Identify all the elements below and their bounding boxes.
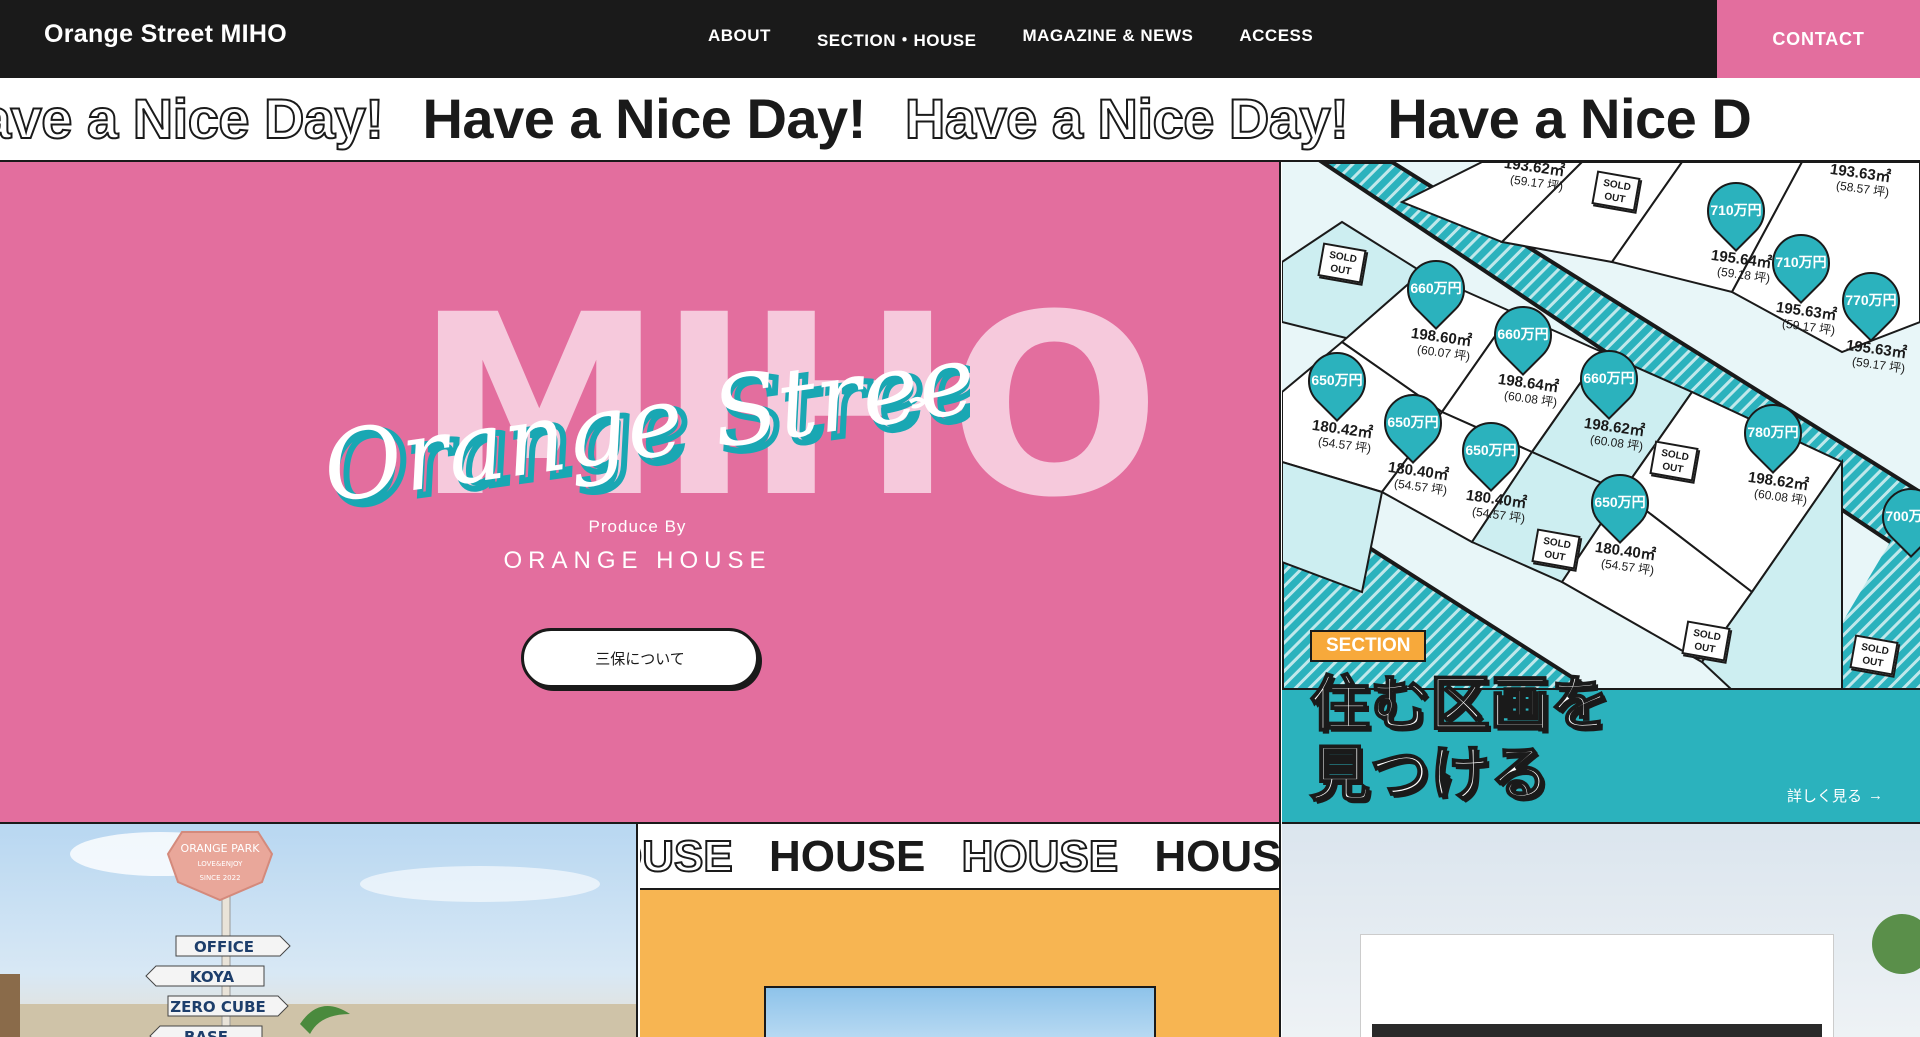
price-pin-label: 710万円 <box>1710 202 1762 218</box>
house-marquee-text: HOUSI <box>1154 832 1281 881</box>
contact-button[interactable]: CONTACT <box>1717 0 1920 78</box>
house-marquee-text: OUSE <box>640 831 734 882</box>
sold-out-sign: SOLD OUT <box>1649 440 1699 482</box>
brand-name: ORANGE HOUSE <box>503 547 772 574</box>
section-card[interactable]: 710万円 195.64㎡ (59.18 坪) 710万円 195.63㎡ (59.17 … <box>1282 162 1920 824</box>
white-house-photo[interactable] <box>1282 824 1920 1037</box>
section-more-label: 詳しく見る <box>1787 788 1863 805</box>
marquee-text: Have a Nice D <box>1387 87 1752 150</box>
sign-koya: KOYA <box>190 968 235 986</box>
marquee-track: ave a Nice Day! Have a Nice Day! Have a … <box>0 86 1775 151</box>
price-pin-label: 700万円 <box>1885 508 1920 524</box>
sold-out-sign: SOLD OUT <box>1591 170 1641 212</box>
hero-panel: MIHO Orange Street Orange Street Produce… <box>0 162 1281 824</box>
section-tag: SECTION <box>1310 630 1427 662</box>
price-pin-label: 660万円 <box>1583 370 1635 386</box>
sign-zero-cube: ZERO CUBE <box>170 998 266 1016</box>
price-pin-label: 780万円 <box>1747 424 1799 440</box>
script-logo-text: Orange Street <box>316 317 970 525</box>
house-marquee-text: HOUSE <box>768 832 926 881</box>
house-card[interactable]: OUSE HOUSE HOUSE HOUSI <box>640 824 1281 1037</box>
price-pin-label: 770万円 <box>1845 292 1897 308</box>
sold-out-sign: SOLD OUT <box>1317 242 1367 284</box>
produce-by-label: Produce By <box>588 517 687 536</box>
site-header: Orange Street MIHO ABOUT SECTION・HOUSE M… <box>0 0 1920 78</box>
nav-access[interactable]: ACCESS <box>1239 26 1313 51</box>
section-title: 住む区画を 見つける <box>1309 670 1611 810</box>
tagline-marquee: ave a Nice Day! Have a Nice Day! Have a … <box>0 78 1920 162</box>
nav-magazine-news[interactable]: MAGAZINE & NEWS <box>1022 26 1193 51</box>
arrow-right-icon: → <box>1868 787 1884 804</box>
price-pin-label: 650万円 <box>1387 414 1439 430</box>
site-logo[interactable]: Orange Street MIHO <box>44 20 287 49</box>
price-pin-label: 650万円 <box>1594 494 1646 510</box>
marquee-text: Have a Nice Day! <box>904 86 1350 151</box>
sold-out-sign: SOLD OUT <box>1849 634 1899 676</box>
orange-street-script-logo: Orange Street Orange Street <box>316 317 970 533</box>
sign-office: OFFICE <box>194 938 254 956</box>
marquee-text: ave a Nice Day! <box>0 86 385 151</box>
about-miho-button[interactable]: 三保について <box>521 628 759 688</box>
section-more-link[interactable]: 詳しく見る → <box>1787 785 1883 806</box>
price-pin-label: 650万円 <box>1311 372 1363 388</box>
nav-section-house[interactable]: SECTION・HOUSE <box>817 26 977 51</box>
sold-out-sign: SOLD OUT <box>1681 620 1731 662</box>
badge-since: SINCE 2022 <box>199 874 240 882</box>
main-nav: ABOUT SECTION・HOUSE MAGAZINE & NEWS ACCE… <box>708 26 1313 51</box>
house-marquee: OUSE HOUSE HOUSE HOUSI <box>640 824 1281 890</box>
section-title-line: 住む区画を <box>1309 670 1611 739</box>
tree-illustration <box>1872 914 1920 974</box>
price-pin-label: 710万円 <box>1775 254 1827 270</box>
house-marquee-text: HOUSE <box>961 831 1119 882</box>
sold-out-sign: SOLD OUT <box>1531 528 1581 570</box>
house-photo <box>764 986 1156 1037</box>
sign-base: BASE <box>184 1028 228 1037</box>
badge-subtitle: LOVE&ENJOY <box>198 860 244 868</box>
section-title-line: 見つける <box>1309 740 1551 809</box>
signpost-illustration: ORANGE PARK LOVE&ENJOY SINCE 2022 OFFICE… <box>0 831 636 1037</box>
nav-about[interactable]: ABOUT <box>708 26 771 51</box>
price-pin-label: 650万円 <box>1465 442 1517 458</box>
signpost-photo[interactable]: ORANGE PARK LOVE&ENJOY SINCE 2022 OFFICE… <box>0 824 638 1037</box>
marquee-text: Have a Nice Day! <box>422 87 866 150</box>
badge-title: ORANGE PARK <box>181 842 261 855</box>
lot-map: 710万円 195.64㎡ (59.18 坪) 710万円 195.63㎡ (59.17 … <box>1282 162 1920 690</box>
price-pin-label: 660万円 <box>1497 326 1549 342</box>
price-pin-label: 660万円 <box>1410 280 1462 296</box>
house-marquee-track: OUSE HOUSE HOUSE HOUSI <box>640 831 1281 882</box>
